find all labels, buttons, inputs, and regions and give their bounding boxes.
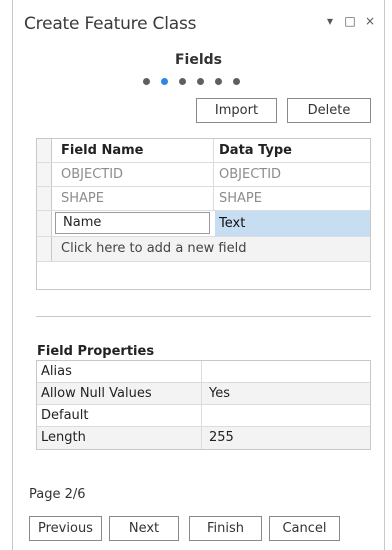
step-dot-2-active[interactable]: [161, 78, 168, 85]
add-field-text[interactable]: Click here to add a new field: [53, 237, 353, 261]
property-key: Allow Null Values: [37, 383, 202, 404]
data-type-cell[interactable]: OBJECTID: [215, 163, 370, 186]
row-gutter: [37, 163, 52, 186]
table-row[interactable]: SHAPE SHAPE: [37, 187, 370, 211]
data-type-cell[interactable]: SHAPE: [215, 187, 370, 210]
table-row[interactable]: OBJECTID OBJECTID: [37, 163, 370, 187]
field-properties-table: Alias Allow Null Values Yes Default Leng…: [36, 360, 371, 450]
step-title: Fields: [174, 52, 222, 68]
cancel-button[interactable]: Cancel: [269, 516, 340, 541]
property-row-allow-null[interactable]: Allow Null Values Yes: [37, 383, 370, 405]
row-gutter: [37, 237, 52, 261]
add-field-row[interactable]: Click here to add a new field: [37, 237, 370, 262]
field-name-cell[interactable]: SHAPE: [53, 187, 214, 210]
property-row-length[interactable]: Length 255: [37, 427, 370, 449]
property-key: Alias: [37, 361, 202, 382]
field-properties-label: Field Properties: [37, 344, 155, 359]
table-row-selected[interactable]: Name Text: [37, 211, 370, 237]
section-divider: [36, 316, 371, 317]
maximize-icon[interactable]: □: [344, 14, 356, 28]
property-row-default[interactable]: Default: [37, 405, 370, 427]
window-controls: ▾ □ ×: [324, 14, 376, 28]
table-header: Field Name Data Type: [37, 139, 370, 163]
create-feature-class-pane: Create Feature Class ▾ □ × Fields Import…: [12, 0, 385, 550]
field-name-cell[interactable]: Name: [53, 211, 214, 236]
previous-button[interactable]: Previous: [29, 516, 102, 541]
page-indicator: Page 2/6: [29, 487, 86, 502]
import-button[interactable]: Import: [196, 98, 277, 123]
step-progress-dots: [143, 78, 240, 85]
title-bar: Create Feature Class ▾ □ ×: [13, 0, 384, 48]
step-dot-5[interactable]: [215, 78, 222, 85]
property-row-alias[interactable]: Alias: [37, 361, 370, 383]
field-name-cell[interactable]: OBJECTID: [53, 163, 214, 186]
property-key: Length: [37, 427, 202, 449]
step-dot-6[interactable]: [233, 78, 240, 85]
column-header-data-type[interactable]: Data Type: [215, 139, 370, 162]
column-header-field-name[interactable]: Field Name: [53, 139, 214, 162]
fields-table: Field Name Data Type OBJECTID OBJECTID S…: [36, 138, 371, 290]
step-dot-1[interactable]: [143, 78, 150, 85]
chevron-down-icon[interactable]: ▾: [324, 14, 336, 28]
row-gutter: [37, 187, 52, 210]
pane-title: Create Feature Class: [24, 14, 197, 34]
finish-button[interactable]: Finish: [189, 516, 262, 541]
row-gutter: [37, 139, 52, 162]
property-value[interactable]: 255: [209, 427, 234, 448]
delete-button[interactable]: Delete: [287, 98, 371, 123]
field-name-input[interactable]: Name: [55, 212, 210, 234]
row-gutter: [37, 211, 52, 236]
close-icon[interactable]: ×: [364, 14, 376, 28]
next-button[interactable]: Next: [109, 516, 179, 541]
step-dot-4[interactable]: [197, 78, 204, 85]
data-type-cell[interactable]: Text: [215, 211, 370, 236]
property-value[interactable]: Yes: [209, 383, 230, 404]
property-key: Default: [37, 405, 202, 426]
step-dot-3[interactable]: [179, 78, 186, 85]
